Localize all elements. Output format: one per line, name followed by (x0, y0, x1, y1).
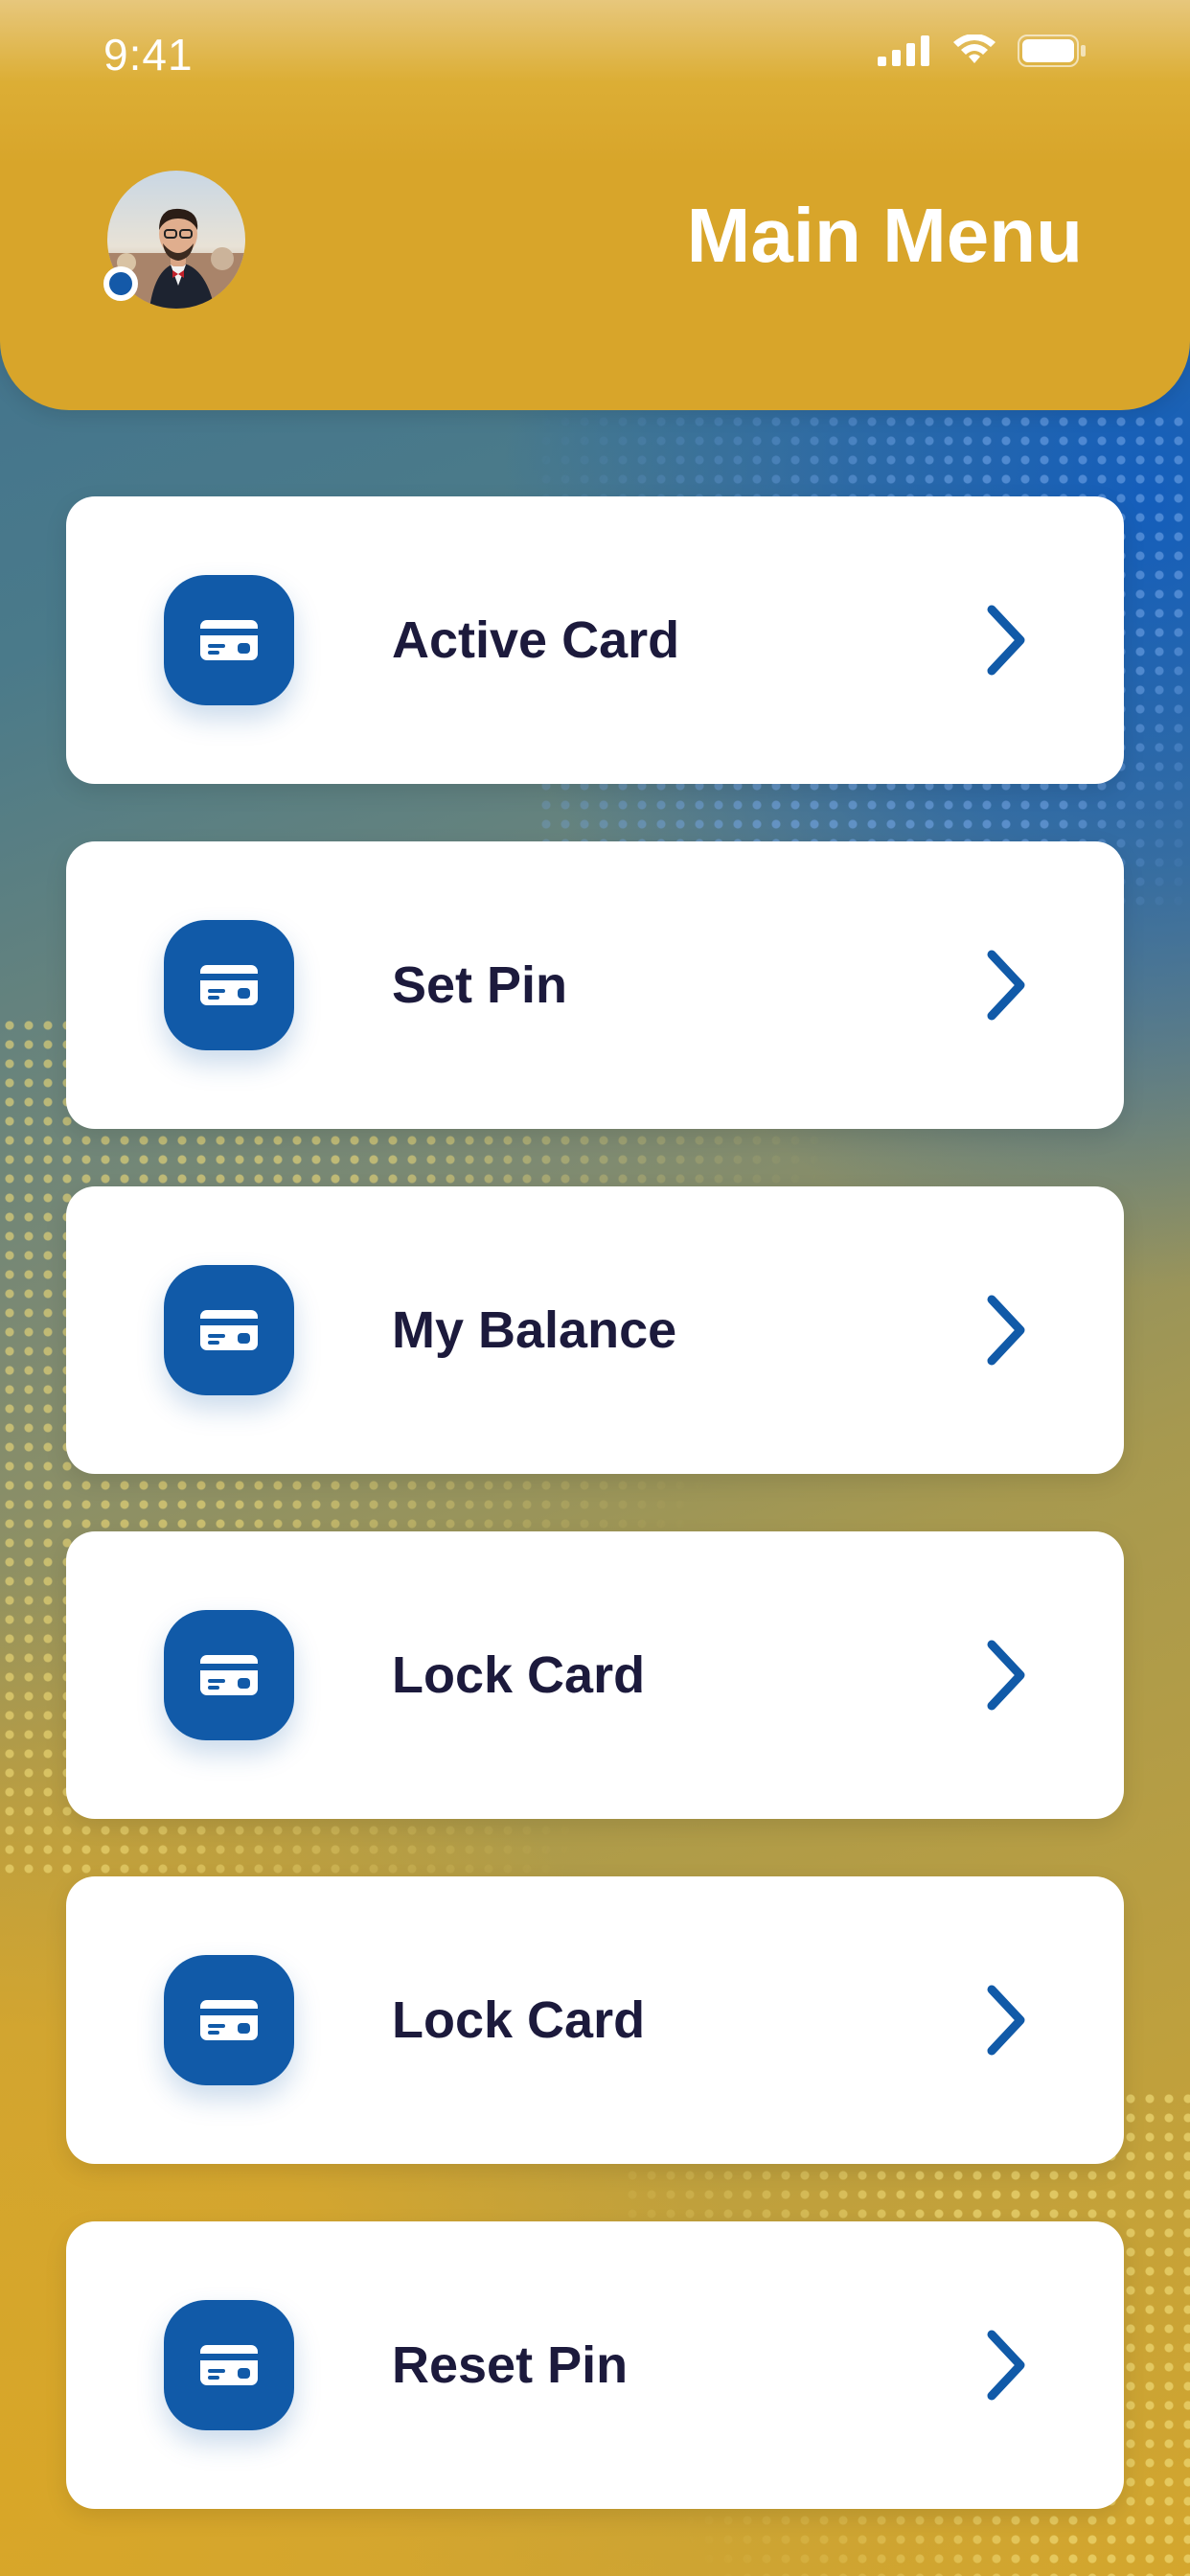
status-bar: 9:41 (0, 0, 1190, 115)
chevron-right-icon (987, 1985, 1025, 2056)
menu-item-label: Set Pin (392, 956, 568, 1014)
menu-item-label: Lock Card (392, 1646, 646, 1704)
battery-icon (1018, 34, 1086, 67)
chevron-right-icon (987, 1295, 1025, 1366)
profile-avatar[interactable] (103, 171, 245, 309)
cellular-signal-icon (878, 35, 929, 66)
menu-item-label: Reset Pin (392, 2336, 629, 2394)
menu-item-label: Lock Card (392, 1991, 646, 2049)
credit-card-icon (164, 1610, 294, 1740)
menu-item-lock-card-2[interactable]: Lock Card (66, 1876, 1124, 2164)
credit-card-icon (164, 2300, 294, 2430)
menu-item-label: My Balance (392, 1301, 677, 1359)
status-time: 9:41 (103, 30, 194, 80)
credit-card-icon (164, 920, 294, 1050)
menu-item-lock-card[interactable]: Lock Card (66, 1531, 1124, 1819)
chevron-right-icon (987, 1640, 1025, 1711)
wifi-icon (953, 34, 995, 63)
menu-item-active-card[interactable]: Active Card (66, 496, 1124, 784)
online-status-dot (103, 266, 138, 301)
credit-card-icon (164, 575, 294, 705)
status-icons (878, 34, 1087, 67)
menu-item-set-pin[interactable]: Set Pin (66, 841, 1124, 1129)
chevron-right-icon (987, 2330, 1025, 2401)
menu-item-my-balance[interactable]: My Balance (66, 1186, 1124, 1474)
main-menu-list: Active Card Set Pin My Balance Lock Card… (66, 496, 1124, 2566)
menu-item-label: Active Card (392, 611, 680, 669)
app-header: 9:41 Main Menu (0, 0, 1190, 410)
chevron-right-icon (987, 950, 1025, 1021)
menu-item-reset-pin[interactable]: Reset Pin (66, 2221, 1124, 2509)
page-title: Main Menu (686, 193, 1083, 278)
chevron-right-icon (987, 605, 1025, 676)
credit-card-icon (164, 1955, 294, 2085)
credit-card-icon (164, 1265, 294, 1395)
